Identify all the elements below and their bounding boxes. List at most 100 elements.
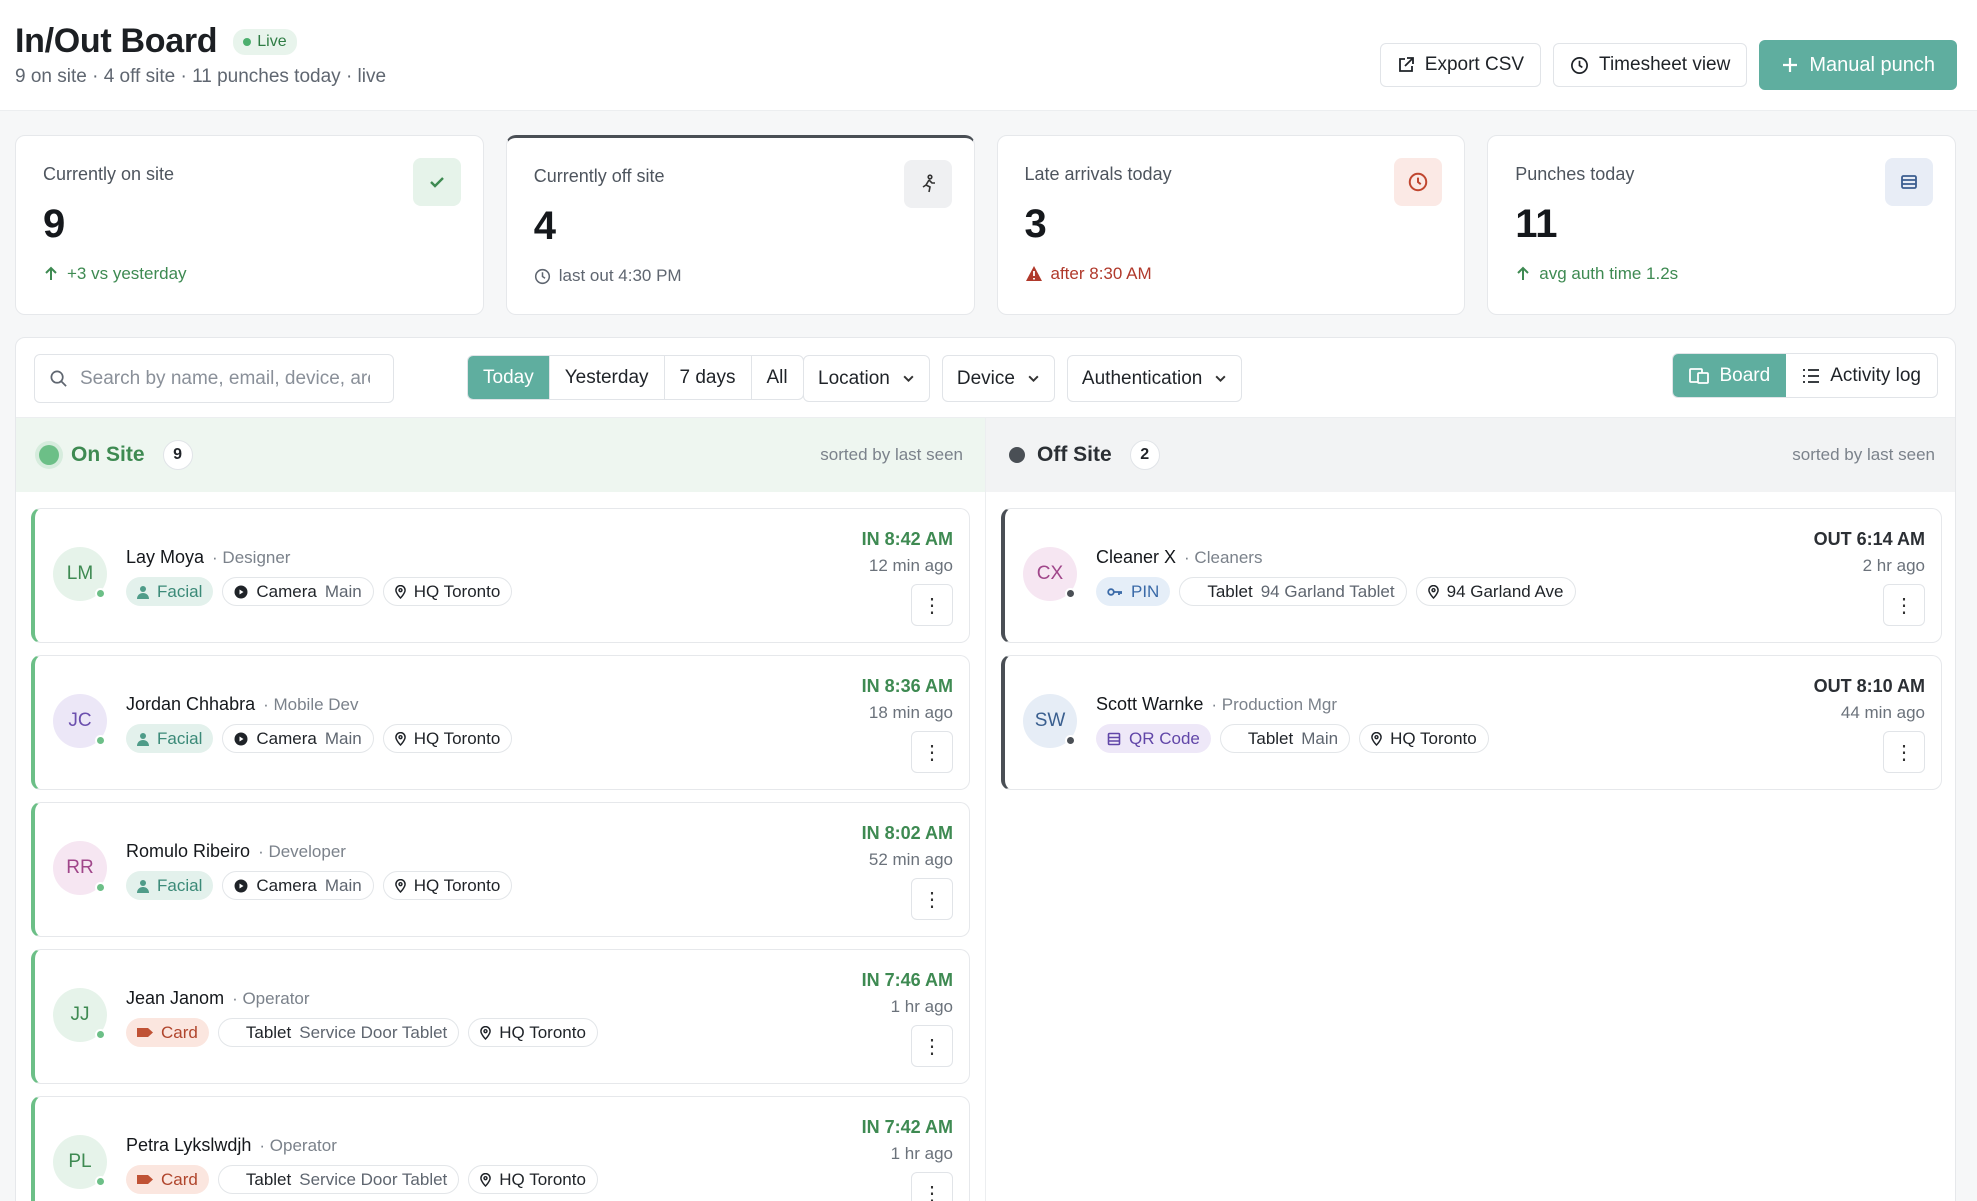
punch-ago: 18 min ago xyxy=(868,703,953,722)
stat-card-off-site[interactable]: Currently off site 4 last out 4:30 PM xyxy=(505,135,975,315)
timesheet-view-label: Timesheet view xyxy=(1599,54,1731,75)
punch-chips: Facial Camera Main HQ Toronto xyxy=(126,724,513,753)
stat-card-punches-today[interactable]: Punches today 11 avg auth time 1.2s xyxy=(1487,135,1956,315)
device-name: Camera xyxy=(256,728,317,748)
on-site-title: On Site xyxy=(71,443,145,466)
punch-time: OUT 6:14 AM xyxy=(1813,529,1925,549)
time-block: IN 8:36 AM 18 min ago xyxy=(862,676,953,723)
person-name: Scott Warnke xyxy=(1096,694,1204,714)
manual-punch-label: Manual punch xyxy=(1809,53,1935,76)
location-chip: HQ Toronto xyxy=(382,871,513,900)
header-actions: Export CSV Timesheet view Manual punch xyxy=(1379,40,1957,90)
on-site-list: LM Lay Moya · Designer Facial Camera Mai… xyxy=(16,492,985,1201)
board-label: Board xyxy=(1719,364,1771,386)
tab-all[interactable]: All xyxy=(752,356,803,399)
authentication-dropdown[interactable]: Authentication xyxy=(1066,355,1243,402)
device-chip: Camera Main xyxy=(222,577,374,606)
device-chip: Camera Main xyxy=(222,724,374,753)
presence-dot-icon xyxy=(95,735,106,746)
device-dropdown[interactable]: Device xyxy=(941,355,1055,402)
tab-yesterday[interactable]: Yesterday xyxy=(550,356,665,399)
on-site-dot-icon xyxy=(39,445,59,465)
person-card[interactable]: RR Romulo Ribeiro · Developer Facial Cam… xyxy=(31,802,970,937)
kebab-icon: ⋮ xyxy=(922,594,942,617)
off-site-title-group: Off Site 2 xyxy=(1009,440,1160,470)
punch-ago: 1 hr ago xyxy=(890,997,953,1016)
auth-label: Facial xyxy=(157,581,203,601)
stat-label: Late arrivals today xyxy=(1024,164,1172,184)
avatar-initials: LM xyxy=(66,563,94,584)
stat-label: Punches today xyxy=(1515,164,1635,184)
device-name: Tablet xyxy=(245,1022,292,1042)
pin-icon xyxy=(480,1172,492,1187)
camera-icon xyxy=(234,879,248,893)
device-chip: Tablet Service Door Tablet xyxy=(217,1165,460,1194)
tab-today[interactable]: Today xyxy=(468,356,550,399)
person-card[interactable]: JC Jordan Chhabra · Mobile Dev Facial Ca… xyxy=(31,655,970,790)
export-csv-button[interactable]: Export CSV xyxy=(1379,43,1542,87)
presence-dot-icon xyxy=(95,588,106,599)
auth-label: Card xyxy=(161,1169,198,1189)
timesheet-view-button[interactable]: Timesheet view xyxy=(1553,43,1748,87)
search-box[interactable] xyxy=(34,354,394,403)
avatar-initials: JJ xyxy=(70,1004,90,1025)
person-card[interactable]: PL Petra Lykslwdjh · Operator Card Table… xyxy=(31,1096,970,1201)
presence-dot-icon xyxy=(1065,588,1076,599)
person-role: · Operator xyxy=(232,989,310,1008)
off-site-title: Off Site xyxy=(1037,443,1112,466)
stat-card-late-arrivals[interactable]: Late arrivals today 3 after 8:30 AM xyxy=(996,135,1466,315)
filter-dropdowns: Location Device Authentication xyxy=(803,355,1243,402)
avatar: RR xyxy=(53,841,107,895)
person-role: · Production Mgr xyxy=(1211,695,1338,714)
more-options-button[interactable]: ⋮ xyxy=(911,878,953,920)
punch-time: IN 7:42 AM xyxy=(861,1117,953,1137)
person-card[interactable]: SW Scott Warnke · Production Mgr QR Code… xyxy=(1001,655,1942,790)
list-icon xyxy=(1802,368,1820,384)
punch-time: IN 8:36 AM xyxy=(861,676,953,696)
stat-card-on-site[interactable]: Currently on site 9 +3 vs yesterday xyxy=(15,135,484,315)
device-chip: Tablet 94 Garland Tablet xyxy=(1179,577,1407,606)
more-options-button[interactable]: ⋮ xyxy=(911,584,953,626)
punch-chips: Facial Camera Main HQ Toronto xyxy=(126,871,513,900)
avatar: SW xyxy=(1023,694,1077,748)
stat-note-text: after 8:30 AM xyxy=(1050,264,1152,283)
off-site-sort-label: sorted by last seen xyxy=(1792,445,1935,464)
search-input[interactable] xyxy=(80,367,370,390)
stat-note: after 8:30 AM xyxy=(1025,264,1152,284)
device-sub: Service Door Tablet xyxy=(299,1022,448,1042)
person-card[interactable]: JJ Jean Janom · Operator Card Tablet Ser… xyxy=(31,949,970,1084)
punch-ago: 2 hr ago xyxy=(1862,556,1925,575)
person-icon xyxy=(137,732,149,746)
person-name: Lay Moya xyxy=(126,547,205,567)
time-block: OUT 6:14 AM 2 hr ago xyxy=(1814,529,1925,576)
stat-label: Currently on site xyxy=(43,164,175,184)
person-card[interactable]: LM Lay Moya · Designer Facial Camera Mai… xyxy=(31,508,970,643)
more-options-button[interactable]: ⋮ xyxy=(1883,731,1925,773)
arrow-up-icon xyxy=(1515,266,1531,282)
location-chip: HQ Toronto xyxy=(468,1165,598,1194)
person-card[interactable]: CX Cleaner X · Cleaners PIN Tablet 94 Ga… xyxy=(1001,508,1942,643)
kebab-icon: ⋮ xyxy=(922,741,942,764)
board-view-button[interactable]: Board xyxy=(1673,354,1787,397)
manual-punch-button[interactable]: Manual punch xyxy=(1759,40,1957,90)
avatar: PL xyxy=(53,1135,107,1189)
tab-7-days[interactable]: 7 days xyxy=(665,356,752,399)
more-options-button[interactable]: ⋮ xyxy=(911,1025,953,1067)
person-name: Petra Lykslwdjh xyxy=(126,1135,252,1155)
activity-log-button[interactable]: Activity log xyxy=(1786,354,1937,397)
name-row: Jordan Chhabra · Mobile Dev xyxy=(126,694,359,715)
more-options-button[interactable]: ⋮ xyxy=(911,1172,953,1201)
card-icon xyxy=(137,1174,153,1185)
qr-code-icon xyxy=(1107,732,1121,746)
chevron-down-icon xyxy=(902,372,915,385)
more-options-button[interactable]: ⋮ xyxy=(911,731,953,773)
avatar: LM xyxy=(53,547,107,601)
name-row: Lay Moya · Designer xyxy=(126,547,290,568)
presence-dot-icon xyxy=(95,1176,106,1187)
person-icon xyxy=(137,879,149,893)
export-csv-label: Export CSV xyxy=(1424,54,1525,75)
presence-dot-icon xyxy=(1065,735,1076,746)
location-dropdown[interactable]: Location xyxy=(803,355,930,402)
on-site-header: On Site 9 sorted by last seen xyxy=(16,418,985,492)
more-options-button[interactable]: ⋮ xyxy=(1883,584,1925,626)
